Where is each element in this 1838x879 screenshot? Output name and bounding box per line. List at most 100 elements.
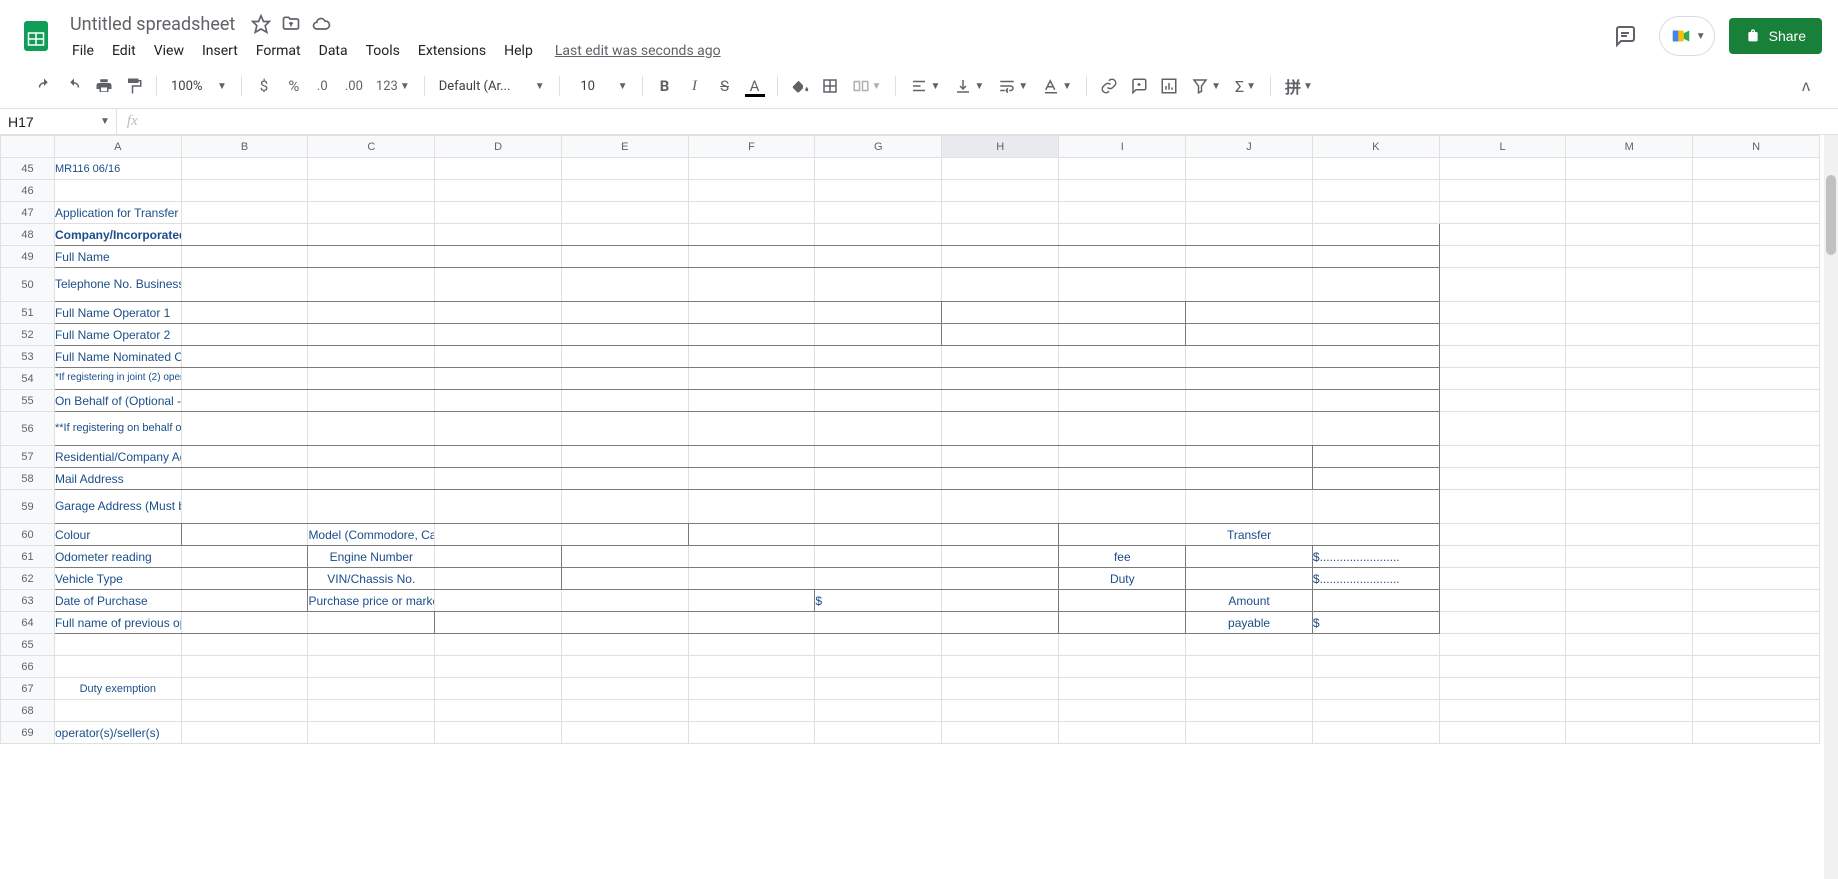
cell[interactable] — [435, 490, 562, 524]
cell[interactable] — [308, 268, 435, 302]
cell[interactable]: Date of Purchase — [54, 590, 181, 612]
cell[interactable] — [815, 568, 942, 590]
row-header[interactable]: 60 — [1, 524, 55, 546]
cell[interactable] — [1566, 446, 1693, 468]
cell[interactable] — [1693, 180, 1820, 202]
cell[interactable] — [308, 656, 435, 678]
cell[interactable] — [688, 656, 815, 678]
cell[interactable] — [815, 722, 942, 744]
cell[interactable] — [1566, 546, 1693, 568]
cell[interactable] — [308, 612, 435, 634]
cell[interactable] — [1693, 524, 1820, 546]
row-header[interactable]: 52 — [1, 324, 55, 346]
col-header[interactable]: E — [561, 136, 688, 158]
col-header[interactable]: D — [435, 136, 562, 158]
cell[interactable] — [1312, 180, 1439, 202]
cell[interactable] — [561, 224, 688, 246]
cell[interactable] — [1693, 490, 1820, 524]
cell[interactable] — [181, 612, 308, 634]
cell[interactable] — [942, 202, 1059, 224]
cell[interactable]: $........................ — [1312, 546, 1439, 568]
col-header[interactable]: F — [688, 136, 815, 158]
cell[interactable] — [435, 390, 562, 412]
cell[interactable] — [1312, 656, 1439, 678]
cell[interactable] — [435, 368, 562, 390]
cell[interactable] — [1693, 656, 1820, 678]
cell[interactable] — [1566, 524, 1693, 546]
cell[interactable] — [435, 268, 562, 302]
more-formats-select[interactable]: 123▼ — [370, 72, 416, 100]
cell[interactable]: $ — [815, 590, 942, 612]
cell[interactable]: Model (Commodore, Camry etc.) — [308, 524, 435, 546]
cell[interactable]: Amount — [1186, 590, 1313, 612]
cell[interactable] — [688, 524, 815, 546]
cell[interactable] — [308, 302, 435, 324]
cell[interactable] — [1059, 268, 1186, 302]
cell[interactable] — [1566, 368, 1693, 390]
cell[interactable] — [1186, 158, 1313, 180]
cell[interactable] — [1566, 268, 1693, 302]
cell[interactable] — [181, 158, 308, 180]
cell[interactable] — [942, 546, 1059, 568]
row-header[interactable]: 50 — [1, 268, 55, 302]
cell[interactable]: Residential/Company Address — [54, 446, 181, 468]
row-header[interactable]: 65 — [1, 634, 55, 656]
cell[interactable] — [1566, 612, 1693, 634]
cell[interactable] — [1566, 468, 1693, 490]
cell[interactable] — [1566, 180, 1693, 202]
row-header[interactable]: 48 — [1, 224, 55, 246]
decrease-decimal-icon[interactable]: .0 — [310, 72, 338, 100]
cell[interactable] — [561, 412, 688, 446]
cell[interactable] — [1566, 346, 1693, 368]
cell[interactable] — [815, 246, 942, 268]
cell[interactable] — [688, 302, 815, 324]
cell[interactable] — [1439, 268, 1566, 302]
cell[interactable]: Company/Incorporated Association (if app… — [54, 224, 181, 246]
col-header[interactable]: H — [942, 136, 1059, 158]
toolbar-collapse-icon[interactable]: ʌ — [1792, 72, 1820, 100]
cell[interactable] — [815, 468, 942, 490]
row-header[interactable]: 68 — [1, 700, 55, 722]
cell[interactable] — [435, 700, 562, 722]
cell[interactable] — [1312, 302, 1439, 324]
cell[interactable] — [1186, 722, 1313, 744]
cell[interactable] — [1059, 468, 1186, 490]
cell[interactable] — [1312, 722, 1439, 744]
cell[interactable]: Application for Transfer of Vehicle Regi… — [54, 202, 181, 224]
cell[interactable] — [181, 634, 308, 656]
cell[interactable] — [815, 412, 942, 446]
cell[interactable] — [1693, 368, 1820, 390]
cell[interactable]: Full name of previous operator(s)/seller… — [54, 612, 181, 634]
menu-view[interactable]: View — [146, 39, 192, 63]
cell[interactable] — [1693, 158, 1820, 180]
cell[interactable] — [1059, 678, 1186, 700]
cell[interactable] — [561, 524, 688, 546]
cell[interactable] — [1059, 302, 1186, 324]
cell[interactable] — [1566, 700, 1693, 722]
cell[interactable] — [1186, 568, 1313, 590]
cell[interactable] — [1439, 246, 1566, 268]
cell[interactable] — [1059, 246, 1186, 268]
cell[interactable] — [561, 246, 688, 268]
sheet-grid[interactable]: A B C D E F G H I J K L M N 45MR116 06/1… — [0, 135, 1838, 879]
cell[interactable] — [815, 546, 942, 568]
cell[interactable] — [1439, 224, 1566, 246]
cell[interactable] — [561, 634, 688, 656]
cell[interactable] — [561, 612, 688, 634]
col-header[interactable]: N — [1693, 136, 1820, 158]
cell[interactable] — [815, 202, 942, 224]
cell[interactable] — [1186, 656, 1313, 678]
cell[interactable] — [1693, 612, 1820, 634]
cell[interactable] — [1059, 346, 1186, 368]
cell[interactable] — [1186, 180, 1313, 202]
cell[interactable] — [1439, 568, 1566, 590]
cell[interactable] — [1566, 390, 1693, 412]
cell[interactable] — [1312, 368, 1439, 390]
cell[interactable] — [435, 656, 562, 678]
cell[interactable] — [1312, 678, 1439, 700]
row-header[interactable]: 51 — [1, 302, 55, 324]
cell[interactable] — [942, 158, 1059, 180]
cell[interactable] — [308, 158, 435, 180]
cell[interactable] — [815, 268, 942, 302]
cell[interactable] — [435, 678, 562, 700]
